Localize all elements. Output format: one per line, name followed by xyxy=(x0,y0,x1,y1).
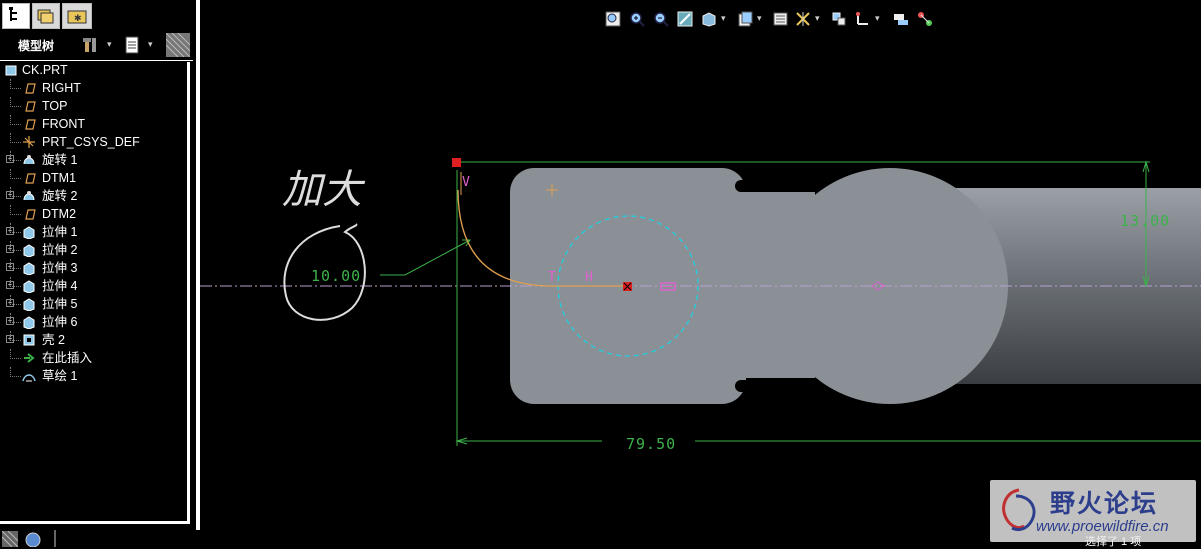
tangent-constraint-label: T xyxy=(548,270,556,285)
watermark-url: www.proewildfire.cn xyxy=(1036,518,1169,535)
watermark-title: 野火论坛 xyxy=(1050,490,1159,518)
vertical-constraint-label: V xyxy=(462,175,470,190)
sketch-vertex-start[interactable] xyxy=(452,158,461,167)
dim-length-value[interactable]: 79.50 xyxy=(626,435,676,453)
status-grid-icon[interactable] xyxy=(2,531,18,547)
dim-height-value[interactable]: 13.00 xyxy=(1120,212,1170,230)
neck-section[interactable] xyxy=(735,192,815,378)
status-globe-icon[interactable] xyxy=(24,531,42,547)
horizontal-constraint-label: H xyxy=(585,270,593,285)
handwritten-annotation: 加大 xyxy=(282,167,366,213)
forum-watermark: 野火论坛 www.proewildfire.cn xyxy=(990,480,1196,542)
dim-radius-value[interactable]: 10.00 xyxy=(311,267,361,285)
graphics-viewport[interactable]: V T H 10.00 13.00 79.50 加大 xyxy=(0,0,1201,547)
